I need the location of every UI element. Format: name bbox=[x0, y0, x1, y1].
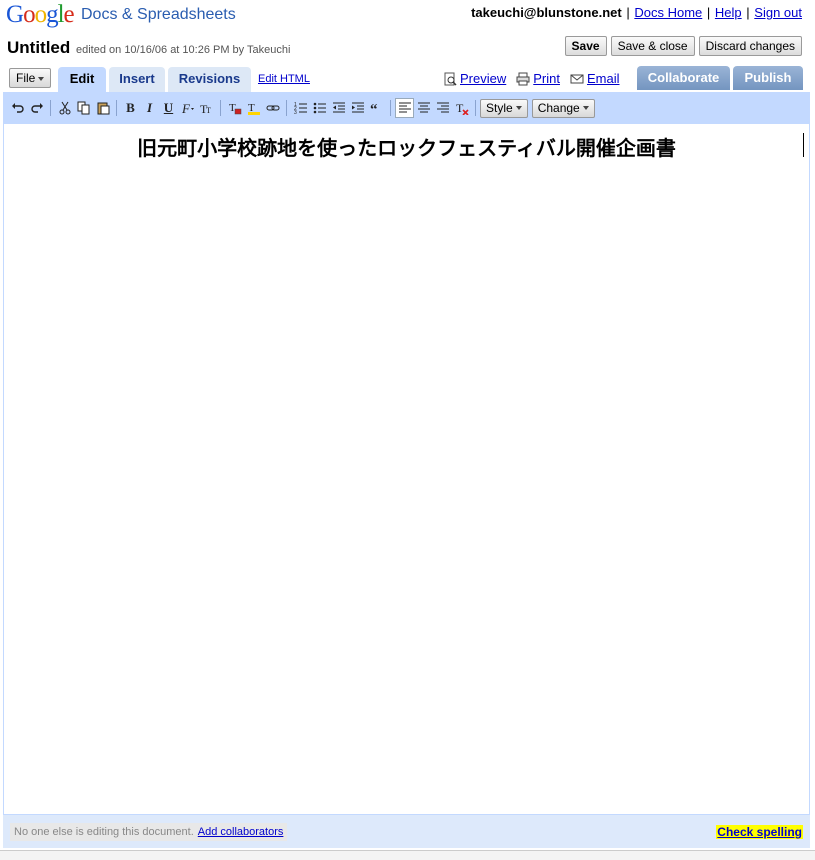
change-dropdown-label: Change bbox=[537, 100, 580, 115]
chevron-down-icon bbox=[38, 76, 45, 81]
font-icon[interactable]: F bbox=[178, 98, 197, 118]
underline-button[interactable]: U bbox=[159, 98, 178, 118]
preview-link[interactable]: Preview bbox=[460, 71, 506, 86]
style-dropdown[interactable]: Style bbox=[480, 98, 528, 118]
logo-letter: o bbox=[23, 1, 35, 28]
user-bar: takeuchi@blunstone.net | Docs Home | Hel… bbox=[471, 5, 802, 20]
docs-home-link[interactable]: Docs Home bbox=[634, 5, 702, 20]
tab-edit[interactable]: Edit bbox=[58, 67, 106, 92]
user-email: takeuchi@blunstone.net bbox=[471, 5, 622, 20]
logo-letter: G bbox=[6, 1, 24, 28]
collaboration-status: No one else is editing this document. Add… bbox=[10, 823, 288, 841]
logo-letter: e bbox=[63, 1, 75, 28]
document-actions: Preview Print Email bbox=[443, 71, 620, 86]
chevron-down-icon bbox=[515, 106, 522, 111]
toolbar-divider bbox=[220, 100, 221, 116]
tab-revisions[interactable]: Revisions bbox=[168, 67, 251, 92]
clear-formatting-icon[interactable]: T bbox=[452, 98, 471, 118]
google-logo[interactable]: Google bbox=[6, 1, 75, 29]
email-link[interactable]: Email bbox=[587, 71, 620, 86]
envelope-icon bbox=[570, 74, 584, 83]
text-color-icon[interactable]: T bbox=[225, 98, 244, 118]
redo-icon[interactable] bbox=[27, 98, 46, 118]
email-action[interactable]: Email bbox=[570, 71, 620, 86]
top-bar: Google Docs & Spreadsheets takeuchi@blun… bbox=[0, 0, 815, 36]
help-link[interactable]: Help bbox=[715, 5, 742, 20]
tab-publish[interactable]: Publish bbox=[733, 66, 803, 90]
toolbar-divider bbox=[390, 100, 391, 116]
tab-collaborate[interactable]: Collaborate bbox=[637, 66, 730, 90]
cut-icon[interactable] bbox=[55, 98, 74, 118]
file-menu-button[interactable]: File bbox=[9, 68, 52, 88]
svg-text:T: T bbox=[456, 101, 464, 115]
tabs-row: File Edit Insert Revisions Edit HTML Pre… bbox=[0, 64, 815, 92]
sign-out-link[interactable]: Sign out bbox=[754, 5, 802, 20]
align-left-icon[interactable] bbox=[395, 98, 414, 118]
preview-icon bbox=[444, 72, 457, 86]
save-button[interactable]: Save bbox=[564, 36, 607, 56]
chevron-down-icon bbox=[582, 106, 589, 111]
toolbar-divider bbox=[50, 100, 51, 116]
bold-button[interactable]: B bbox=[121, 98, 140, 118]
print-action[interactable]: Print bbox=[516, 71, 560, 86]
product-name: Docs & Spreadsheets bbox=[81, 6, 236, 23]
align-right-icon[interactable] bbox=[433, 98, 452, 118]
preview-action[interactable]: Preview bbox=[443, 71, 506, 86]
document-heading[interactable]: 旧元町小学校跡地を使ったロックフェスティバル開催企画書 bbox=[4, 132, 809, 161]
outdent-icon[interactable] bbox=[329, 98, 348, 118]
separator: | bbox=[706, 5, 711, 20]
align-center-icon[interactable] bbox=[414, 98, 433, 118]
document-editor[interactable]: 旧元町小学校跡地を使ったロックフェスティバル開催企画書 bbox=[3, 124, 810, 814]
save-close-button[interactable]: Save & close bbox=[610, 36, 695, 56]
print-link[interactable]: Print bbox=[533, 71, 560, 86]
svg-text:“: “ bbox=[370, 102, 378, 115]
paste-icon[interactable] bbox=[93, 98, 112, 118]
edit-html-link[interactable]: Edit HTML bbox=[258, 73, 310, 85]
link-icon[interactable] bbox=[263, 98, 282, 118]
tab-insert[interactable]: Insert bbox=[109, 67, 165, 92]
status-message: No one else is editing this document. bbox=[14, 826, 194, 838]
style-dropdown-label: Style bbox=[486, 100, 513, 115]
italic-button[interactable]: I bbox=[140, 98, 159, 118]
toolbar-divider bbox=[116, 100, 117, 116]
indent-icon[interactable] bbox=[348, 98, 367, 118]
text-cursor bbox=[803, 133, 804, 157]
undo-icon[interactable] bbox=[8, 98, 27, 118]
blockquote-icon[interactable]: “ bbox=[367, 98, 386, 118]
toolbar-divider bbox=[475, 100, 476, 116]
svg-text:3: 3 bbox=[294, 110, 297, 115]
toolbar-divider bbox=[286, 100, 287, 116]
separator: | bbox=[626, 5, 630, 20]
numbered-list-icon[interactable]: 123 bbox=[291, 98, 310, 118]
highlight-color-icon[interactable]: T bbox=[244, 98, 263, 118]
logo-letter: o bbox=[34, 1, 47, 28]
add-collaborators-link[interactable]: Add collaborators bbox=[198, 826, 284, 838]
discard-changes-button[interactable]: Discard changes bbox=[698, 36, 802, 56]
copy-icon[interactable] bbox=[74, 98, 93, 118]
font-size-icon[interactable]: TT bbox=[197, 98, 216, 118]
formatting-toolbar: B I U F TT T T 123 “ T Style Change bbox=[3, 92, 810, 124]
printer-icon bbox=[516, 72, 530, 85]
window-bottom-edge bbox=[0, 850, 815, 860]
logo-letter: g bbox=[46, 1, 58, 28]
file-menu-label: File bbox=[16, 71, 36, 85]
check-spelling-link[interactable]: Check spelling bbox=[716, 825, 803, 839]
change-dropdown[interactable]: Change bbox=[531, 98, 595, 118]
document-title[interactable]: Untitled bbox=[7, 38, 70, 58]
svg-text:T: T bbox=[206, 106, 211, 115]
edited-info: edited on 10/16/06 at 10:26 PM by Takeuc… bbox=[76, 44, 291, 56]
status-bar: No one else is editing this document. Add… bbox=[3, 814, 810, 848]
svg-text:F: F bbox=[181, 101, 191, 115]
bulleted-list-icon[interactable] bbox=[310, 98, 329, 118]
title-row: Untitled edited on 10/16/06 at 10:26 PM … bbox=[0, 36, 815, 64]
separator: | bbox=[746, 5, 750, 20]
action-buttons: Save Save & close Discard changes bbox=[564, 36, 802, 56]
